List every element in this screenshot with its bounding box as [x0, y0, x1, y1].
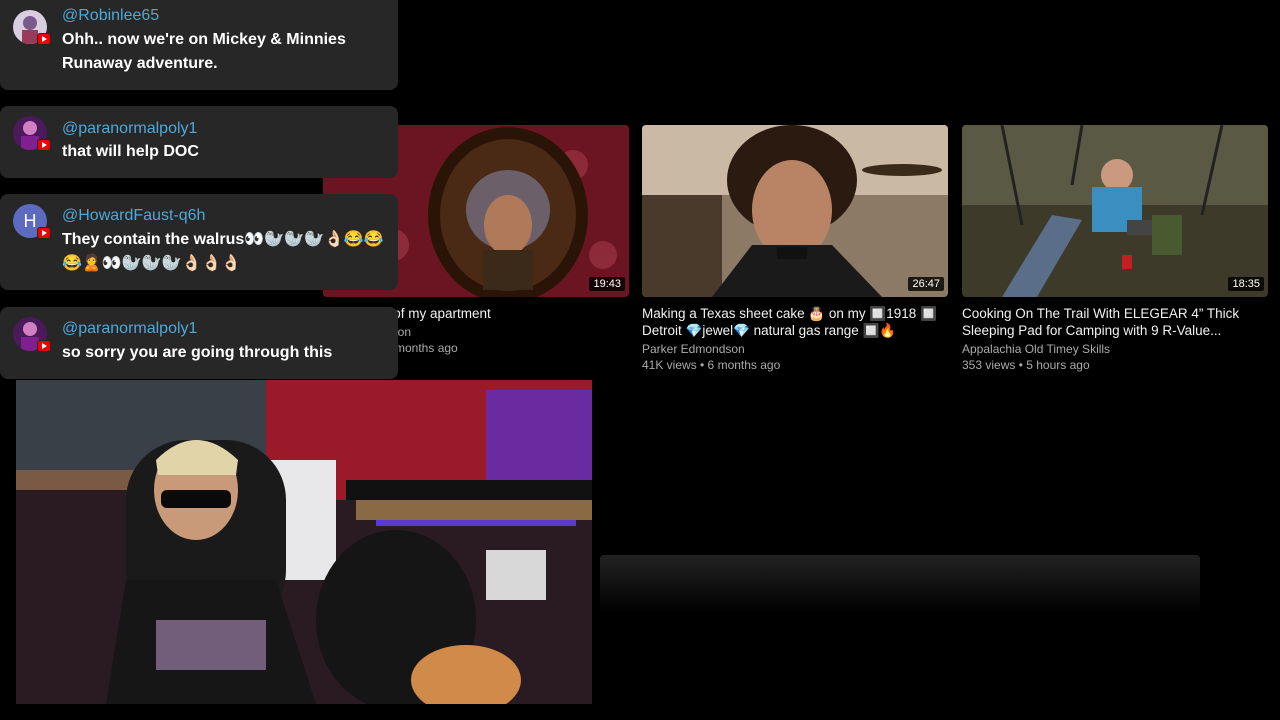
camping-man-image [962, 125, 1268, 297]
webcam-feed [16, 380, 592, 704]
video-duration-1: 19:43 [589, 277, 625, 291]
chat-username: @Robinlee65 [62, 7, 160, 24]
man-in-tuxedo-image [642, 125, 948, 297]
video-card-2[interactable]: 26:47 Making a Texas sheet cake 🎂 on my … [642, 125, 948, 372]
chat-text: that will help DOC [62, 143, 199, 160]
video-meta-3: 353 views • 5 hours ago [962, 358, 1090, 372]
video-duration-3: 18:35 [1228, 277, 1264, 291]
youtube-icon [37, 227, 51, 239]
background-shape [600, 555, 1200, 615]
video-title-3[interactable]: Cooking On The Trail With ELEGEAR 4” Thi… [962, 305, 1268, 339]
chat-message-4: @paranormalpoly1 so sorry you are going … [0, 307, 398, 379]
video-title-2[interactable]: Making a Texas sheet cake 🎂 on my 🔲1918 … [642, 305, 948, 339]
chat-message-2: @paranormalpoly1 that will help DOC [0, 106, 398, 178]
chat-message-3: H @HowardFaust-q6h They contain the walr… [0, 194, 398, 290]
video-channel-2[interactable]: Parker Edmondson [642, 342, 948, 356]
youtube-icon [37, 340, 51, 352]
video-meta-2: 41K views • 6 months ago [642, 358, 781, 372]
video-card-3[interactable]: 18:35 Cooking On The Trail With ELEGEAR … [962, 125, 1268, 372]
video-thumbnail-2[interactable]: 26:47 [642, 125, 948, 297]
youtube-icon [37, 139, 51, 151]
chat-text: so sorry you are going through this [62, 344, 333, 361]
streamer-webcam-image [16, 380, 592, 704]
video-channel-3[interactable]: Appalachia Old Timey Skills [962, 342, 1268, 356]
chat-username: @paranormalpoly1 [62, 320, 198, 337]
chat-text: Ohh.. now we're on Mickey & Minnies Runa… [62, 31, 346, 72]
chat-username: @HowardFaust-q6h [62, 207, 206, 224]
chat-username: @paranormalpoly1 [62, 120, 198, 137]
youtube-icon [37, 33, 51, 45]
chat-message-1: @Robinlee65 Ohh.. now we're on Mickey & … [0, 0, 398, 90]
video-duration-2: 26:47 [908, 277, 944, 291]
video-thumbnail-3[interactable]: 18:35 [962, 125, 1268, 297]
chat-text: They contain the walrus👀🦭🦭🦭👌🏻😂😂😂🙎👀🦭🦭🦭👌🏻👌… [62, 231, 384, 272]
